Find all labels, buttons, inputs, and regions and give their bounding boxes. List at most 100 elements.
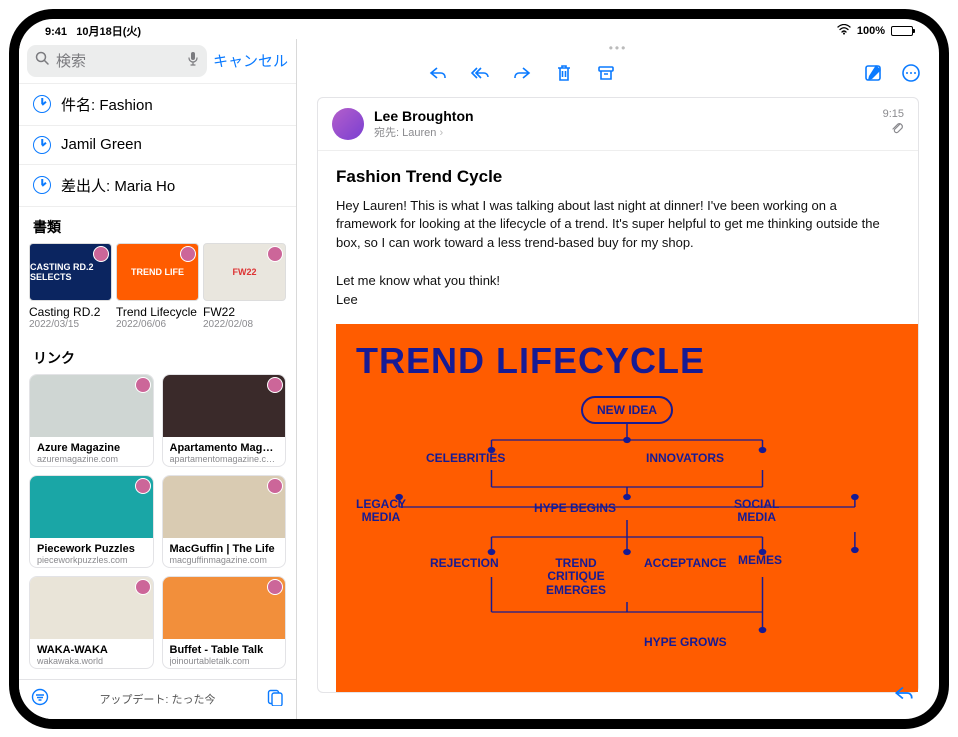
diagram-node-memes: MEMES	[738, 554, 782, 568]
attachment-diagram[interactable]: TREND LIFECYCLE	[336, 324, 918, 692]
link-title: MacGuffin | The Life	[170, 543, 279, 555]
reply-icon[interactable]	[428, 63, 448, 83]
shared-avatar-badge	[135, 579, 151, 595]
filter-from[interactable]: 差出人: Maria Ho	[19, 165, 296, 207]
mail-body: Lee Broughton 宛先: Lauren › 9:15	[297, 93, 939, 719]
search-row: 検索 キャンセル	[19, 39, 296, 83]
mail-pane: •••	[297, 39, 939, 719]
battery-icon	[891, 26, 913, 36]
shared-avatar-badge	[93, 246, 109, 262]
filter-label: Jamil Green	[61, 136, 142, 153]
filter-label: 件名: Fashion	[61, 94, 153, 115]
search-sidebar: 検索 キャンセル 件名: Fashion Jamil Green	[19, 39, 297, 719]
document-title: Trend Lifecycle	[116, 305, 199, 319]
mail-subject: Fashion Trend Cycle	[318, 151, 918, 197]
trash-icon[interactable]	[554, 63, 574, 83]
link-url: pieceworkpuzzles.com	[37, 555, 146, 565]
link-thumbnail	[30, 476, 153, 538]
diagram-node-celebrities: CELEBRITIES	[426, 452, 505, 466]
compose-icon[interactable]	[863, 63, 883, 83]
shared-avatar-badge	[180, 246, 196, 262]
link-item[interactable]: Piecework Puzzlespieceworkpuzzles.com	[29, 475, 154, 568]
diagram-node-innovators: INNOVATORS	[646, 452, 724, 466]
link-item[interactable]: Apartamento Maga…apartamentomagazine.c…	[162, 374, 287, 467]
status-time: 9:41	[45, 26, 67, 38]
diagram-node-legacy-media: LEGACY MEDIA	[356, 498, 406, 526]
link-thumbnail	[30, 375, 153, 437]
document-item[interactable]: FW22 FW22 2022/02/08	[203, 243, 286, 330]
sender-avatar	[332, 108, 364, 140]
mail-toolbar	[297, 57, 939, 93]
multitask-dots[interactable]: •••	[297, 39, 939, 57]
diagram-node-new-idea: NEW IDEA	[581, 396, 673, 424]
ipad-frame: 9:41 10月18日(火) 100%	[9, 9, 949, 729]
document-date: 2022/02/08	[203, 319, 286, 330]
compose-icon[interactable]	[266, 688, 284, 711]
chevron-right-icon: ›	[439, 127, 443, 139]
document-item[interactable]: CASTING RD.2 SELECTS Casting RD.2 2022/0…	[29, 243, 112, 330]
cancel-button[interactable]: キャンセル	[213, 50, 288, 71]
more-icon[interactable]	[901, 63, 921, 83]
link-url: apartamentomagazine.c…	[170, 454, 279, 464]
diagram-title: TREND LIFECYCLE	[356, 340, 898, 382]
document-item[interactable]: TREND LIFE Trend Lifecycle 2022/06/06	[116, 243, 199, 330]
filter-subject[interactable]: 件名: Fashion	[19, 84, 296, 126]
diagram-node-hype-grows: HYPE GROWS	[644, 636, 727, 650]
search-input[interactable]: 検索	[27, 45, 207, 77]
recent-icon	[33, 176, 51, 194]
document-thumbnail: TREND LIFE	[116, 243, 199, 301]
sender-name: Lee Broughton	[374, 108, 873, 124]
search-icon	[35, 51, 50, 70]
link-item[interactable]: Buffet - Table Talkjoinourtabletalk.com	[162, 576, 287, 669]
links-header: リンク	[19, 338, 296, 374]
link-item[interactable]: WAKA-WAKAwakawaka.world	[29, 576, 154, 669]
document-title: FW22	[203, 305, 286, 319]
link-item[interactable]: Azure Magazineazuremagazine.com	[29, 374, 154, 467]
link-thumbnail	[163, 375, 286, 437]
forward-icon[interactable]	[512, 63, 532, 83]
link-thumbnail	[30, 577, 153, 639]
archive-icon[interactable]	[596, 63, 616, 83]
link-title: Piecework Puzzles	[37, 543, 146, 555]
diagram-node-acceptance: ACCEPTANCE	[644, 557, 726, 571]
shared-avatar-badge	[267, 246, 283, 262]
filter-person[interactable]: Jamil Green	[19, 126, 296, 165]
mail-header[interactable]: Lee Broughton 宛先: Lauren › 9:15	[318, 98, 918, 151]
shared-avatar-badge	[267, 579, 283, 595]
screen: 9:41 10月18日(火) 100%	[19, 19, 939, 719]
link-title: Apartamento Maga…	[170, 442, 279, 454]
search-placeholder: 検索	[56, 50, 86, 71]
link-title: Buffet - Table Talk	[170, 644, 279, 656]
document-date: 2022/03/15	[29, 319, 112, 330]
mail-body-text: Hey Lauren! This is what I was talking a…	[318, 197, 918, 324]
reply-all-icon[interactable]	[470, 63, 490, 83]
diagram-nodes: NEW IDEA CELEBRITIES INNOVATORS LEGACY M…	[356, 392, 898, 662]
dictation-icon[interactable]	[187, 51, 199, 71]
shared-avatar-badge	[267, 478, 283, 494]
document-date: 2022/06/06	[116, 319, 199, 330]
status-right: 100%	[837, 23, 913, 39]
documents-row: CASTING RD.2 SELECTS Casting RD.2 2022/0…	[19, 243, 296, 338]
link-url: joinourtabletalk.com	[170, 656, 279, 666]
to-line[interactable]: 宛先: Lauren ›	[374, 124, 873, 140]
link-url: wakawaka.world	[37, 656, 146, 666]
filter-label: 差出人: Maria Ho	[61, 175, 175, 196]
links-grid: Azure Magazineazuremagazine.com Apartame…	[19, 374, 296, 679]
diagram-node-social-media: SOCIAL MEDIA	[734, 498, 779, 526]
status-left: 9:41 10月18日(火)	[45, 23, 141, 39]
link-url: azuremagazine.com	[37, 454, 146, 464]
link-item[interactable]: MacGuffin | The Lifemacguffinmagazine.co…	[162, 475, 287, 568]
recent-icon	[33, 136, 51, 154]
quick-reply-icon[interactable]	[893, 682, 915, 709]
diagram-node-rejection: REJECTION	[430, 557, 499, 571]
diagram-node-trend-critique: TREND CRITIQUE EMERGES	[546, 557, 606, 598]
document-thumbnail: FW22	[203, 243, 286, 301]
mail-card: Lee Broughton 宛先: Lauren › 9:15	[317, 97, 919, 693]
shared-avatar-badge	[135, 478, 151, 494]
filter-icon[interactable]	[31, 688, 49, 711]
update-status: アップデート: たった今	[99, 691, 215, 707]
recent-filters: 件名: Fashion Jamil Green 差出人: Maria Ho	[19, 83, 296, 207]
document-thumbnail: CASTING RD.2 SELECTS	[29, 243, 112, 301]
link-thumbnail	[163, 476, 286, 538]
sidebar-footer: アップデート: たった今	[19, 679, 296, 719]
